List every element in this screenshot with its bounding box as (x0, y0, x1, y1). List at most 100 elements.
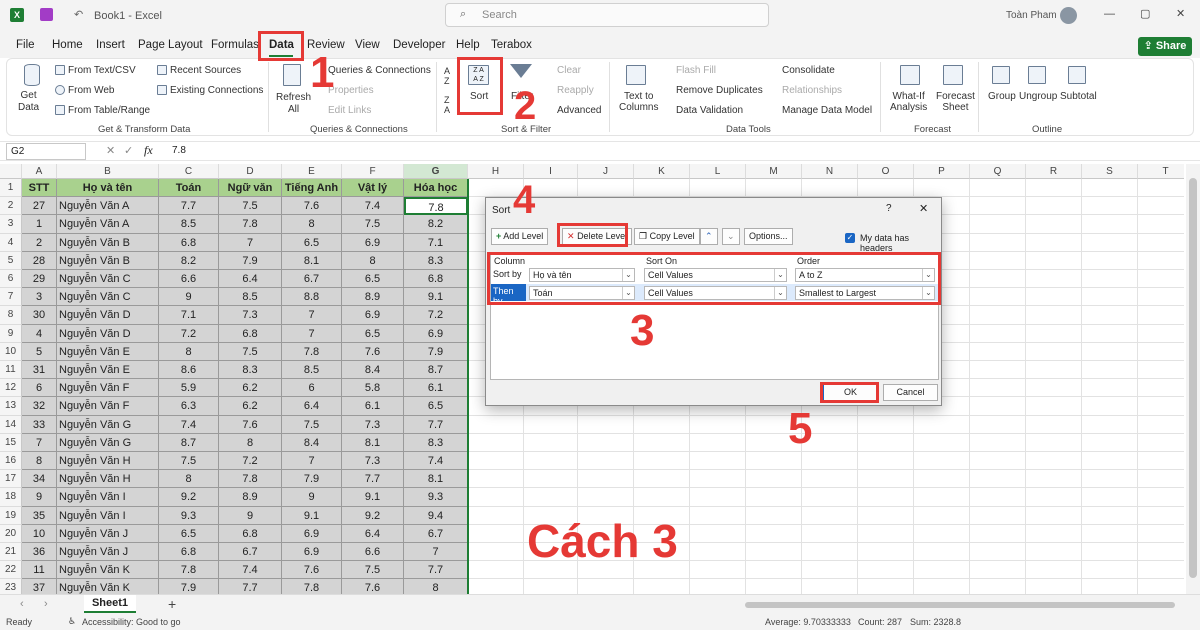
table-cell[interactable]: 7.6 (342, 579, 404, 594)
row-header[interactable]: 15 (0, 433, 22, 452)
table-cell[interactable]: 35 (22, 506, 57, 525)
table-cell[interactable]: 32 (22, 397, 57, 416)
table-cell[interactable]: 3 (22, 288, 57, 307)
sort-za-icon[interactable]: ZA (444, 95, 450, 115)
table-cell[interactable]: 8.5 (282, 361, 342, 380)
name-box[interactable]: G2 (6, 143, 86, 160)
column-header-g[interactable]: G (404, 164, 468, 179)
row-header[interactable]: 6 (0, 270, 22, 289)
table-cell[interactable]: 6.9 (404, 324, 468, 343)
table-cell[interactable]: 9.2 (159, 488, 219, 507)
table-header-cell[interactable]: Vật lý (342, 179, 404, 198)
table-cell[interactable]: 11 (22, 561, 57, 580)
formula-input[interactable]: 7.8 (172, 145, 186, 156)
table-cell[interactable]: 7.4 (159, 415, 219, 434)
table-cell[interactable]: Nguyễn Văn J (57, 524, 159, 543)
table-cell[interactable]: 7.7 (219, 579, 282, 594)
clear-button[interactable]: Clear (557, 65, 581, 76)
table-cell[interactable]: 7.2 (404, 306, 468, 325)
table-cell[interactable]: Nguyễn Văn H (57, 452, 159, 471)
recent-sources-button[interactable]: Recent Sources (170, 65, 241, 76)
tab-insert[interactable]: Insert (96, 39, 125, 51)
table-cell[interactable]: 6.7 (282, 270, 342, 289)
row-header[interactable]: 23 (0, 579, 22, 594)
table-header-cell[interactable]: Toán (159, 179, 219, 198)
table-cell[interactable]: 7.4 (219, 561, 282, 580)
table-cell[interactable]: Nguyễn Văn B (57, 251, 159, 270)
table-cell[interactable]: 7.9 (219, 251, 282, 270)
table-cell[interactable]: 7.5 (219, 342, 282, 361)
column-header-o[interactable]: O (858, 164, 914, 179)
headers-checkbox[interactable]: ✓ (845, 233, 855, 243)
table-cell[interactable]: 6.9 (342, 233, 404, 252)
table-cell[interactable]: 7.8 (282, 342, 342, 361)
table-cell[interactable]: 7 (22, 433, 57, 452)
column-header-e[interactable]: E (282, 164, 342, 179)
table-cell[interactable]: 8.2 (159, 251, 219, 270)
save-icon[interactable] (40, 8, 53, 21)
table-header-cell[interactable]: Ngữ văn (219, 179, 282, 198)
column-header-f[interactable]: F (342, 164, 404, 179)
table-cell[interactable]: 9 (282, 488, 342, 507)
column-header-j[interactable]: J (578, 164, 634, 179)
table-cell[interactable]: 27 (22, 197, 57, 216)
next-sheet-icon[interactable]: › (44, 598, 48, 610)
share-button[interactable]: ⇪ Share (1138, 37, 1192, 56)
table-cell[interactable]: Nguyễn Văn I (57, 506, 159, 525)
row-header[interactable]: 16 (0, 452, 22, 471)
table-header-cell[interactable]: Họ và tên (57, 179, 159, 198)
table-cell[interactable]: 6.5 (342, 324, 404, 343)
table-cell[interactable]: 7.3 (219, 306, 282, 325)
table-cell[interactable]: 8 (404, 579, 468, 594)
table-cell[interactable]: 8.5 (159, 215, 219, 234)
scroll-thumb[interactable] (1189, 178, 1197, 578)
tab-file[interactable]: File (16, 39, 35, 51)
table-cell[interactable]: 7 (404, 543, 468, 562)
subtotal-button[interactable]: Subtotal (1060, 91, 1097, 102)
table-cell[interactable]: 7.9 (282, 470, 342, 489)
table-cell[interactable]: 10 (22, 524, 57, 543)
properties-button[interactable]: Properties (328, 85, 374, 96)
column-header-p[interactable]: P (914, 164, 970, 179)
table-cell[interactable]: 7.7 (159, 197, 219, 216)
table-cell[interactable]: 6.8 (159, 543, 219, 562)
table-cell[interactable]: 7.2 (159, 324, 219, 343)
tab-terabox[interactable]: Terabox (491, 39, 532, 51)
column-header-d[interactable]: D (219, 164, 282, 179)
column-header-q[interactable]: Q (970, 164, 1026, 179)
table-cell[interactable]: Nguyễn Văn G (57, 415, 159, 434)
table-cell[interactable]: 5.8 (342, 379, 404, 398)
row-header[interactable]: 7 (0, 288, 22, 307)
column-header-l[interactable]: L (690, 164, 746, 179)
table-cell[interactable]: 9.1 (282, 506, 342, 525)
table-header-cell[interactable]: STT (22, 179, 57, 198)
group-button[interactable]: Group (988, 91, 1016, 102)
table-cell[interactable]: Nguyễn Văn D (57, 324, 159, 343)
add-sheet-icon[interactable]: + (168, 596, 176, 612)
insert-function-icon[interactable]: fx (144, 143, 153, 158)
consolidate-button[interactable]: Consolidate (782, 65, 835, 76)
relationships-button[interactable]: Relationships (782, 85, 842, 96)
reapply-button[interactable]: Reapply (557, 85, 594, 96)
table-cell[interactable]: 7.9 (159, 579, 219, 594)
table-cell[interactable]: 7.8 (219, 215, 282, 234)
text-to-columns-button[interactable]: Text to Columns (619, 91, 658, 113)
data-validation-button[interactable]: Data Validation (676, 105, 743, 116)
table-cell[interactable]: 7.6 (282, 197, 342, 216)
table-cell[interactable]: 7.6 (282, 561, 342, 580)
table-cell[interactable]: 6.9 (342, 306, 404, 325)
table-cell[interactable]: 6.8 (219, 524, 282, 543)
table-cell[interactable]: 6.4 (282, 397, 342, 416)
table-cell[interactable]: 6.7 (404, 524, 468, 543)
table-cell[interactable]: 6.2 (219, 379, 282, 398)
table-cell[interactable]: 7.4 (342, 197, 404, 216)
table-cell[interactable]: 6.4 (219, 270, 282, 289)
table-cell[interactable]: 6.9 (282, 524, 342, 543)
manage-data-model-button[interactable]: Manage Data Model (782, 105, 872, 116)
table-header-cell[interactable]: Tiếng Anh (282, 179, 342, 198)
table-cell[interactable]: Nguyễn Văn H (57, 470, 159, 489)
table-cell[interactable]: 6.1 (342, 397, 404, 416)
options-button[interactable]: Options... (744, 228, 793, 245)
copy-level-button[interactable]: ❐ Copy Level (634, 228, 700, 245)
table-cell[interactable]: 8.2 (404, 215, 468, 234)
